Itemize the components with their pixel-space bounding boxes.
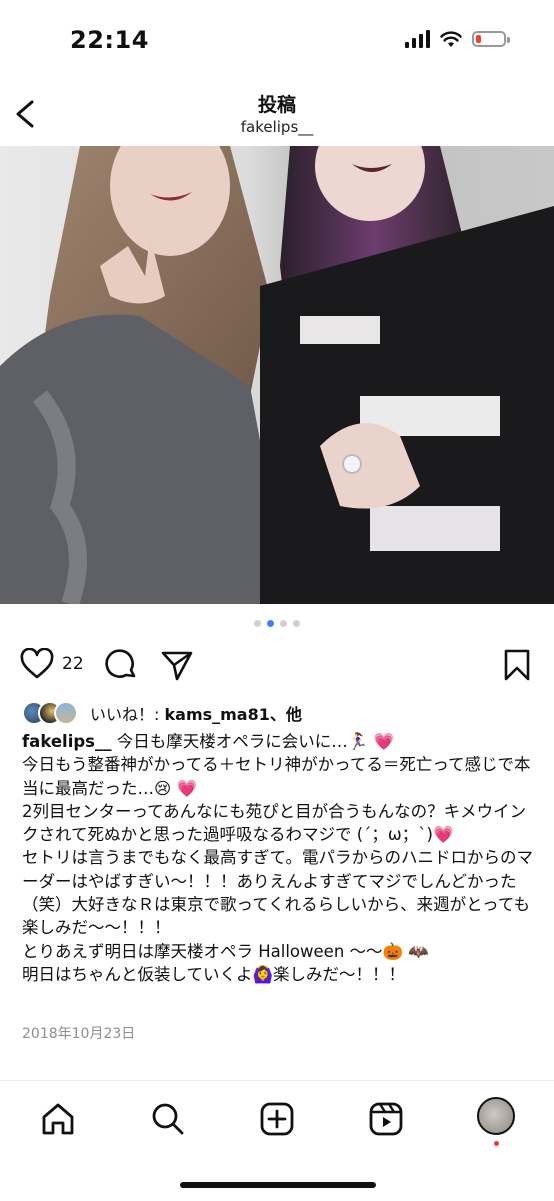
battery-icon: [472, 31, 510, 47]
profile-avatar[interactable]: [477, 1097, 515, 1135]
nav-header: 投稿 fakelips__: [0, 82, 554, 144]
likes-count[interactable]: 22: [62, 654, 84, 674]
liked-by-prefix: いいね！:: [90, 705, 160, 724]
carousel-dot-active: [267, 620, 274, 627]
post-photo[interactable]: [0, 146, 554, 604]
status-bar: 22:14: [0, 0, 554, 80]
create-icon[interactable]: [257, 1099, 297, 1139]
photo-illustration: [0, 146, 554, 604]
carousel-dot: [280, 620, 287, 627]
carousel-dot: [293, 620, 300, 627]
share-icon[interactable]: [160, 648, 194, 682]
comment-icon[interactable]: [104, 648, 138, 682]
signal-icon: [405, 30, 430, 48]
page-subtitle-username[interactable]: fakelips__: [0, 118, 554, 136]
carousel-dot: [254, 620, 261, 627]
home-indicator: [180, 1182, 376, 1188]
status-time: 22:14: [70, 26, 149, 54]
search-icon[interactable]: [148, 1099, 188, 1139]
caption-body: 今日もう整番神がかってる＋セトリ神がかってる＝死亡って感じで本当に最高だった…😢…: [22, 755, 534, 984]
avatar: [54, 701, 78, 725]
page-title: 投稿: [257, 94, 296, 116]
post-caption: fakelips__ 今日も摩天楼オペラに会いに…🏃‍♀️ 💗 今日もう整番神が…: [22, 730, 542, 986]
bookmark-icon[interactable]: [502, 648, 532, 682]
liked-by-avatars: [22, 701, 78, 725]
carousel-dots: [0, 620, 554, 627]
liked-by-suffix[interactable]: 、他: [270, 705, 302, 724]
notification-dot: [494, 1141, 499, 1146]
liked-by-row[interactable]: いいね！: kams_ma81、他: [22, 700, 302, 726]
liked-by-user[interactable]: kams_ma81: [165, 705, 270, 724]
caption-username[interactable]: fakelips__: [22, 732, 111, 751]
post-date: 2018年10月23日: [22, 1026, 136, 1042]
liked-by-text: いいね！: kams_ma81、他: [90, 701, 302, 725]
action-bar: 22: [0, 640, 554, 690]
reels-icon[interactable]: [366, 1099, 406, 1139]
caption-first-line: 今日も摩天楼オペラに会いに…🏃‍♀️ 💗: [111, 732, 395, 751]
wifi-icon: [440, 30, 462, 47]
heart-icon[interactable]: [20, 648, 54, 680]
status-icons: [405, 30, 510, 48]
home-icon[interactable]: [38, 1099, 78, 1139]
